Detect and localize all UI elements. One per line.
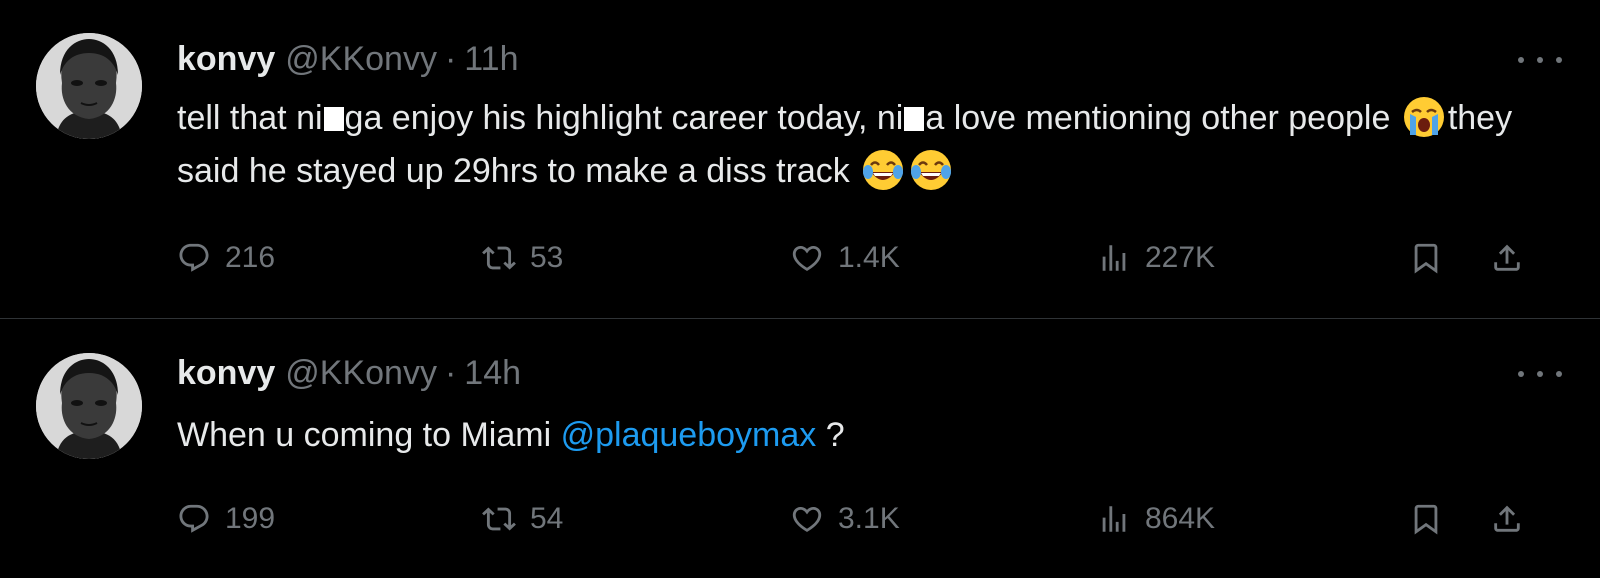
text-segment: When u coming to Miami	[177, 416, 561, 454]
heart-icon	[790, 502, 824, 536]
reply-count: 216	[225, 241, 276, 274]
repost-button[interactable]: 54	[482, 494, 563, 544]
repost-count: 53	[530, 241, 564, 274]
share-icon	[1490, 502, 1524, 536]
more-dots-icon[interactable]	[1518, 50, 1562, 70]
bookmark-button[interactable]	[1409, 494, 1443, 544]
bookmark-icon	[1409, 502, 1443, 536]
share-button[interactable]	[1490, 233, 1524, 283]
timestamp[interactable]: 11h	[464, 40, 518, 79]
avatar[interactable]	[36, 33, 142, 139]
share-button[interactable]	[1490, 494, 1524, 544]
user-handle[interactable]: @KKonvy	[285, 354, 437, 393]
tweet[interactable]: konvy @KKonvy · 11h tell that ni ga enjoy…	[0, 0, 1600, 318]
redaction-box	[323, 107, 344, 131]
repost-icon	[482, 502, 516, 536]
action-bar: 199 54 3.1K 864K	[177, 494, 1567, 544]
text-segment: a love mentioning other people	[925, 99, 1400, 137]
like-button[interactable]: 1.4K	[790, 233, 900, 283]
reply-button[interactable]: 216	[177, 233, 275, 283]
share-icon	[1490, 241, 1524, 275]
avatar[interactable]	[36, 353, 142, 459]
separator: ·	[444, 40, 457, 78]
timestamp[interactable]: 14h	[464, 354, 521, 393]
like-count: 3.1K	[838, 502, 900, 535]
reply-count: 199	[225, 502, 276, 535]
separator: ·	[444, 354, 457, 392]
view-count: 227K	[1145, 241, 1216, 274]
tweet[interactable]: konvy @KKonvy · 14h When u coming to Mia…	[0, 319, 1600, 578]
tweet-header: konvy @KKonvy · 14h	[177, 354, 521, 398]
views-button[interactable]: 227K	[1097, 233, 1215, 283]
reply-icon	[177, 502, 211, 536]
like-button[interactable]: 3.1K	[790, 494, 900, 544]
user-handle[interactable]: @KKonvy	[285, 40, 437, 79]
redaction-box	[904, 107, 925, 131]
tweet-text: tell that ni ga enjoy his highlight caree…	[177, 92, 1567, 198]
text-segment: ga enjoy his highlight career today, ni	[344, 99, 904, 137]
face-with-tears-of-joy-emoji-icon	[909, 148, 953, 192]
text-segment: ?	[816, 416, 845, 454]
action-bar: 216 53 1.4K 227K	[177, 233, 1567, 283]
bookmark-button[interactable]	[1409, 233, 1443, 283]
text-segment: tell that ni	[177, 99, 323, 137]
tweet-text: When u coming to Miami @plaqueboymax ?	[177, 409, 1567, 462]
views-chart-icon	[1097, 502, 1131, 536]
repost-count: 54	[530, 502, 564, 535]
tweet-header: konvy @KKonvy · 11h	[177, 40, 519, 84]
repost-button[interactable]: 53	[482, 233, 563, 283]
face-with-tears-of-joy-emoji-icon	[861, 148, 905, 192]
heart-icon	[790, 241, 824, 275]
repost-icon	[482, 241, 516, 275]
views-button[interactable]: 864K	[1097, 494, 1215, 544]
reply-button[interactable]: 199	[177, 494, 275, 544]
like-count: 1.4K	[838, 241, 900, 274]
mention-link[interactable]: @plaqueboymax	[561, 416, 817, 454]
view-count: 864K	[1145, 502, 1216, 535]
display-name[interactable]: konvy	[177, 354, 275, 393]
reply-icon	[177, 241, 211, 275]
more-dots-icon[interactable]	[1518, 364, 1562, 384]
views-chart-icon	[1097, 241, 1131, 275]
loudly-crying-face-emoji-icon	[1402, 95, 1446, 139]
display-name[interactable]: konvy	[177, 40, 275, 79]
bookmark-icon	[1409, 241, 1443, 275]
